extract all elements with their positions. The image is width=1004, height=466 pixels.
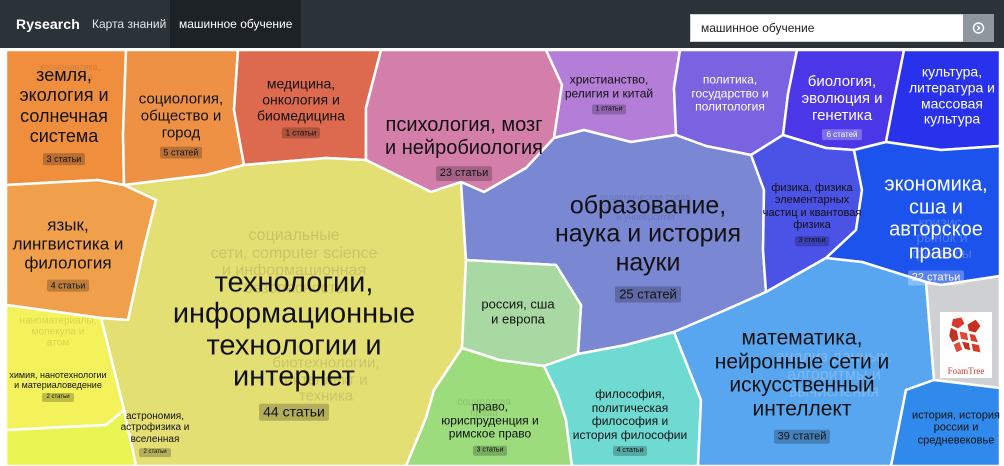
foamtree-logo-icon (946, 314, 984, 356)
brand-logo[interactable]: Rysearch (16, 0, 80, 48)
top-navbar: Rysearch Карта знаний машинное обучение (0, 0, 1004, 48)
cluster-label: право, юриспруденция и римское право 3 с… (441, 399, 539, 456)
cluster-label: политика, государство и политология (691, 72, 769, 114)
nav-current-query[interactable]: машинное обучение (170, 0, 302, 48)
foamtree-logo[interactable]: FoamTree (940, 312, 992, 378)
cluster-label: астрономия, астрофизика и вселенная 2 ст… (120, 411, 190, 457)
cluster-label: культура, литература и массовая культура (909, 63, 995, 127)
cluster-label: экономика, сша и авторское право 22 стат… (884, 173, 988, 286)
cluster-label: технологии, информационные технологии и … (172, 266, 416, 422)
cluster-label: земля, экология и солнечная система 3 ст… (19, 65, 109, 166)
cluster-label: физика, физика элементарных частиц и ква… (762, 182, 862, 246)
cluster-label: медицина, онкология и биомедицина 1 стат… (256, 75, 346, 139)
cluster-label: биология, эволюция и генетика 6 статей (801, 73, 883, 140)
cluster-label: психология, мозг и нейробиология 23 стат… (385, 114, 543, 181)
cluster-label: социология, общество и город 5 статей (138, 90, 224, 159)
search-button[interactable] (963, 14, 994, 42)
search-input[interactable] (690, 14, 963, 42)
cluster-label: образование, наука и история науки 25 ст… (554, 191, 742, 303)
cluster-label: россия, сша и европа (481, 296, 555, 326)
cluster-label: история, история россии и средневековье (912, 409, 1000, 447)
cluster-label: философия, политическая философия и исто… (572, 386, 688, 457)
foamtree-visualization: космонавтика,экология и... социальныесет… (6, 50, 1000, 466)
nav-knowledge-map[interactable]: Карта знаний (92, 0, 166, 48)
cluster-label: химия, нанотехнологии и материаловедение… (9, 369, 107, 403)
cluster-label: математика, нейронные сети и искусственн… (714, 326, 890, 444)
foamtree-logo-text: FoamTree (947, 366, 985, 376)
cluster-label: христианство, религия и китай 1 статьи (564, 72, 654, 115)
circle-arrow-icon (972, 22, 985, 34)
search-form (690, 14, 994, 42)
cluster-label: язык, лингвистика и филология 4 статьи (12, 215, 124, 292)
